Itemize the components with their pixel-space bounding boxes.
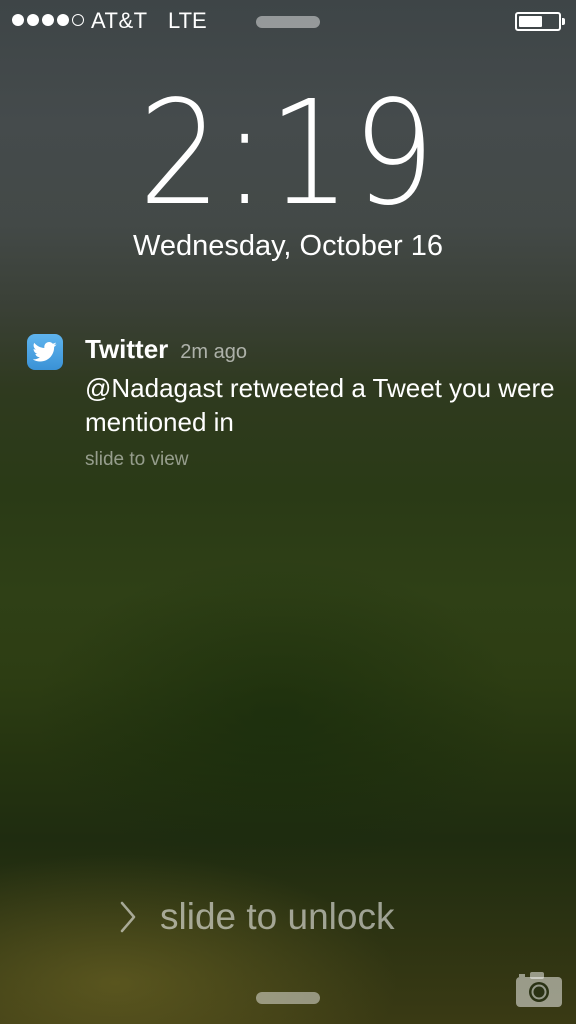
notification-message: @Nadagast retweeted a Tweet you were men… [85,373,555,437]
battery-icon [515,12,565,31]
signal-strength-icon [12,14,84,26]
unlock-label: slide to unlock [160,896,395,937]
notification-time: 2m ago [180,341,248,363]
signal-dot [57,14,69,26]
carrier-name: AT&T [91,8,148,33]
signal-dot [12,14,24,26]
camera-icon[interactable] [514,969,564,1009]
twitter-bird-icon [27,334,63,370]
clock-time: 2:19 [138,69,438,237]
notification-center-grabber[interactable] [256,16,320,28]
control-center-grabber[interactable] [256,992,320,1004]
signal-dot [42,14,54,26]
lock-screen-date: Wednesday, October 16 [132,230,444,262]
lock-screen-clock: 2:19 [0,78,576,228]
network-type: LTE [168,8,207,33]
signal-dot [72,14,84,26]
notification-app-name: Twitter [85,334,169,364]
battery-level [519,16,542,27]
chevron-right-icon [120,901,136,933]
notification-body: Twitter 2m ago @Nadagast retweeted a Twe… [85,334,555,471]
slide-to-unlock[interactable]: slide to unlock [118,896,394,938]
notification-slide-hint: slide to view [85,449,189,470]
signal-dot [27,14,39,26]
status-bar: AT&T LTE [0,0,576,42]
